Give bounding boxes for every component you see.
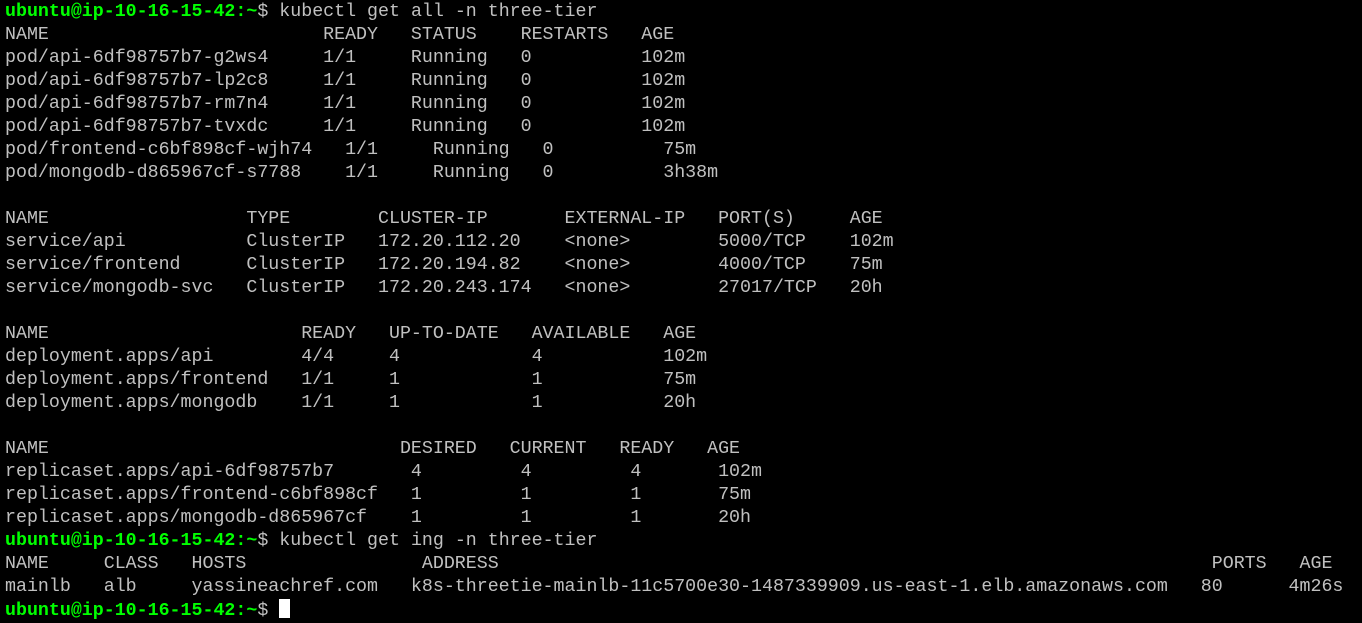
prompt-line: ubuntu@ip-10-16-15-42:~$ kubectl get ing… (5, 530, 1362, 553)
output-line: pod/api-6df98757b7-tvxdc 1/1 Running 0 1… (5, 117, 686, 137)
prompt-path: ~ (246, 601, 258, 621)
output-line: deployment.apps/mongodb 1/1 1 1 20h (5, 393, 697, 413)
output-line: mainlb alb yassineachref.com k8s-threeti… (5, 577, 1344, 597)
output-line: NAME TYPE CLUSTER-IP EXTERNAL-IP PORT(S)… (5, 209, 883, 229)
prompt-user-host: ubuntu@ip-10-16-15-42: (5, 2, 247, 22)
prompt-symbol: $ (257, 531, 280, 551)
output-line: deployment.apps/api 4/4 4 4 102m (5, 347, 708, 367)
output-line: pod/frontend-c6bf898cf-wjh74 1/1 Running… (5, 140, 697, 160)
output-line: NAME CLASS HOSTS ADDRESS PORTS AGE (5, 554, 1333, 574)
output-line: replicaset.apps/api-6df98757b7 4 4 4 102… (5, 462, 762, 482)
output-line: deployment.apps/frontend 1/1 1 1 75m (5, 370, 697, 390)
output-line: NAME DESIRED CURRENT READY AGE (5, 439, 741, 459)
output-line: pod/api-6df98757b7-g2ws4 1/1 Running 0 1… (5, 48, 686, 68)
prompt-user-host: ubuntu@ip-10-16-15-42: (5, 531, 247, 551)
output-line: pod/api-6df98757b7-lp2c8 1/1 Running 0 1… (5, 71, 686, 91)
prompt-symbol: $ (257, 2, 280, 22)
prompt-path: ~ (246, 531, 258, 551)
command-text: kubectl get ing -n three-tier (279, 531, 598, 551)
output-line: replicaset.apps/mongodb-d865967cf 1 1 1 … (5, 508, 751, 528)
output-line: pod/api-6df98757b7-rm7n4 1/1 Running 0 1… (5, 94, 686, 114)
output-line: service/mongodb-svc ClusterIP 172.20.243… (5, 278, 883, 298)
output-line: NAME READY STATUS RESTARTS AGE (5, 25, 675, 45)
prompt-symbol: $ (257, 601, 280, 621)
prompt-line: ubuntu@ip-10-16-15-42:~$ (5, 599, 1362, 622)
output-line: NAME READY UP-TO-DATE AVAILABLE AGE (5, 324, 697, 344)
output-line: pod/mongodb-d865967cf-s7788 1/1 Running … (5, 163, 719, 183)
command-text: kubectl get all -n three-tier (279, 2, 598, 22)
text-cursor[interactable] (279, 599, 291, 618)
prompt-path: ~ (246, 2, 258, 22)
prompt-user-host: ubuntu@ip-10-16-15-42: (5, 601, 247, 621)
output-line: replicaset.apps/frontend-c6bf898cf 1 1 1… (5, 485, 751, 505)
output-line: service/frontend ClusterIP 172.20.194.82… (5, 255, 883, 275)
terminal-window[interactable]: ubuntu@ip-10-16-15-42:~$ kubectl get all… (0, 0, 1362, 622)
prompt-line: ubuntu@ip-10-16-15-42:~$ kubectl get all… (5, 1, 1362, 24)
output-line: service/api ClusterIP 172.20.112.20 <non… (5, 232, 894, 252)
